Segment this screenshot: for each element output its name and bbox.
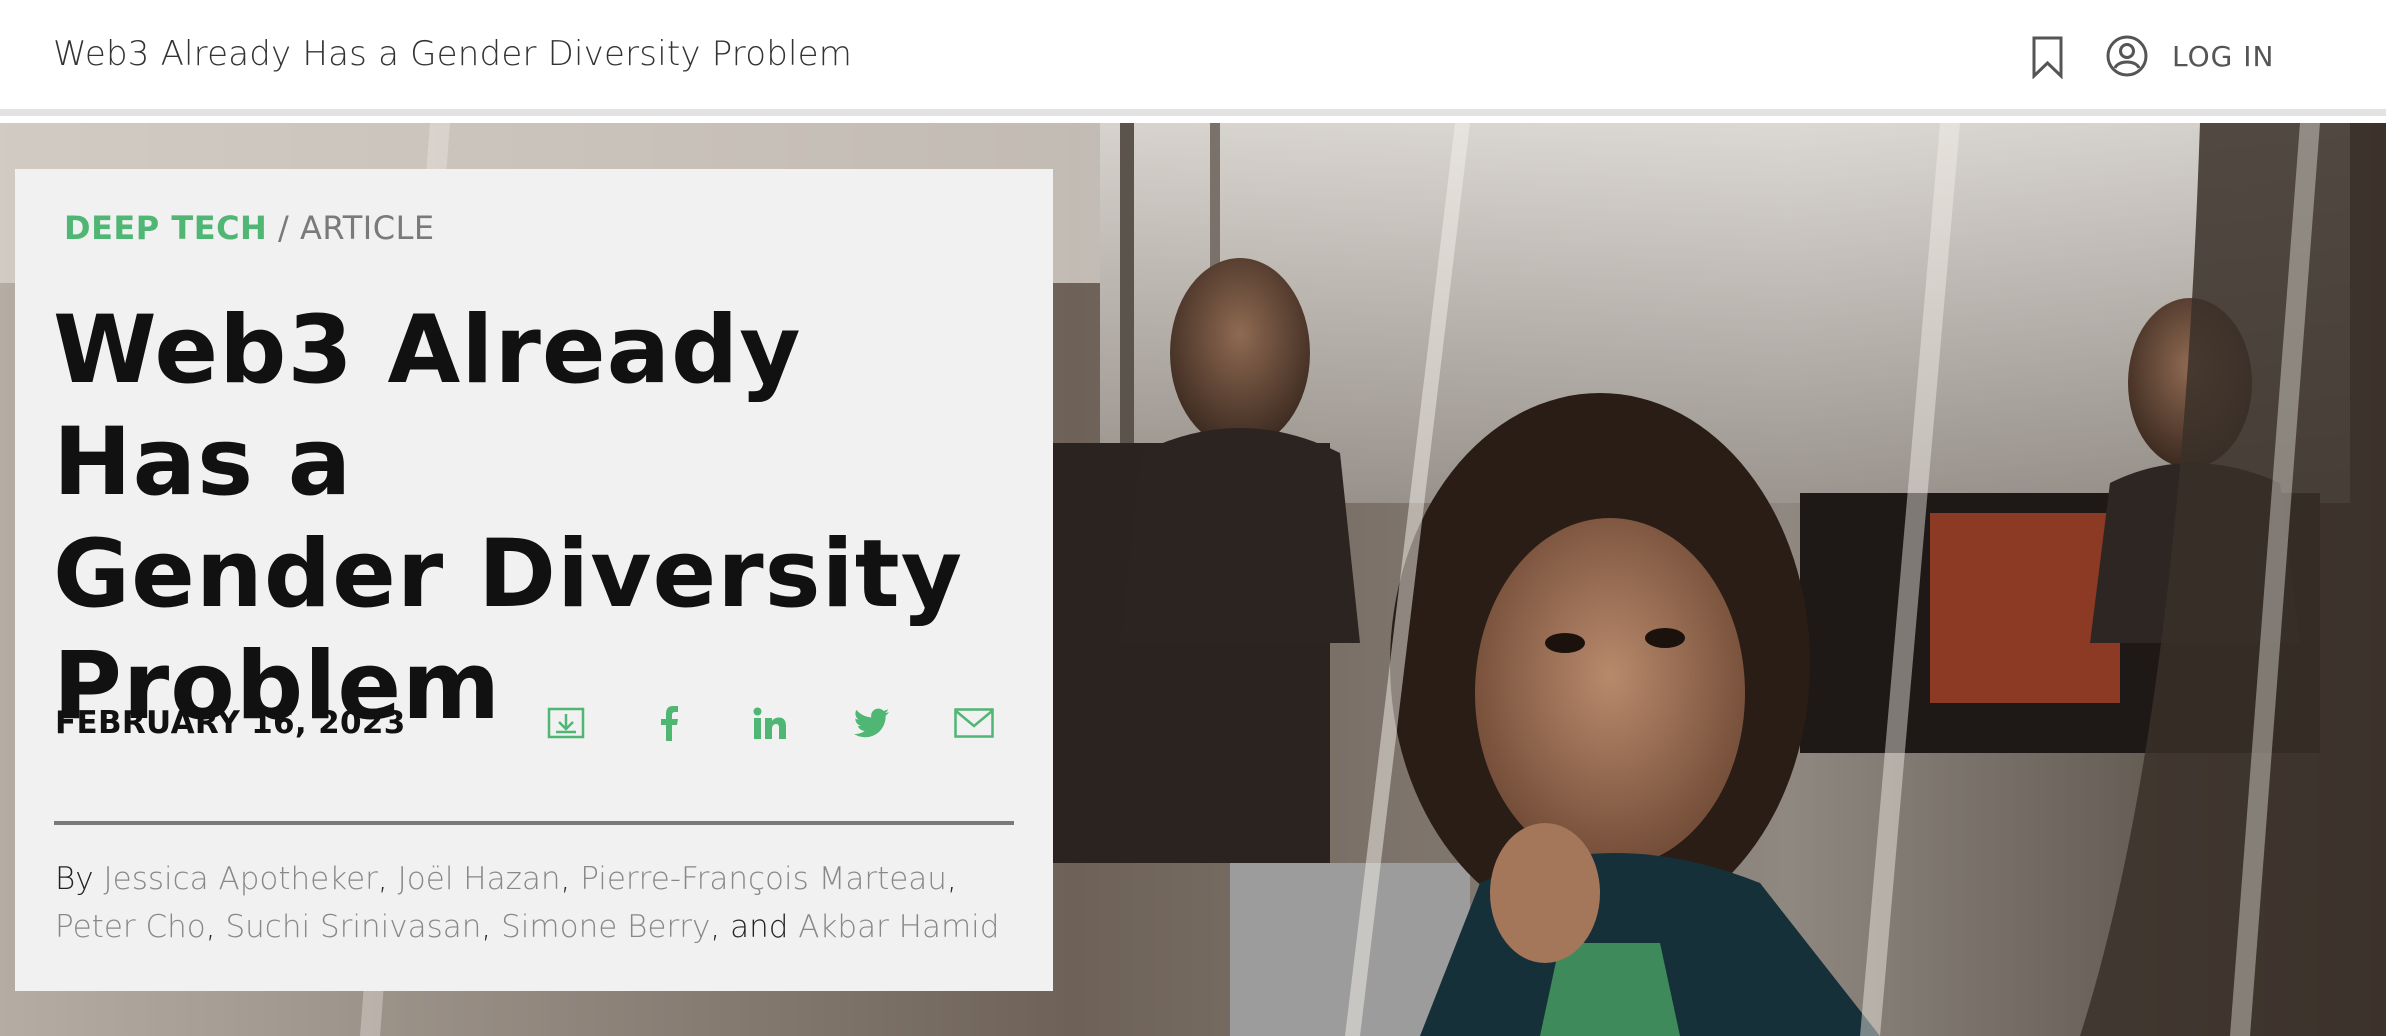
author-link[interactable]: Joël Hazan xyxy=(398,861,561,897)
article-header-card: DEEP TECH / ARTICLE Web3 Already Has a G… xyxy=(15,169,1053,991)
byline-separator: , xyxy=(946,861,957,897)
email-icon[interactable] xyxy=(952,701,996,745)
byline-separator: , xyxy=(377,861,398,897)
author-link[interactable]: Suchi Srinivasan xyxy=(225,909,481,945)
divider xyxy=(54,821,1014,825)
headline-line: Web3 Already Has a xyxy=(53,296,802,517)
content-type-label: ARTICLE xyxy=(299,209,435,247)
author-byline: By Jessica Apotheker, Joël Hazan, Pierre… xyxy=(55,855,1015,951)
eyebrow-separator: / xyxy=(267,209,300,247)
byline-prefix: By xyxy=(55,861,104,897)
login-link[interactable]: LOG IN xyxy=(2172,40,2274,73)
linkedin-icon[interactable] xyxy=(748,701,792,745)
twitter-icon[interactable] xyxy=(850,701,894,745)
headline-line: Gender Diversity xyxy=(53,520,963,629)
article-headline: Web3 Already Has a Gender Diversity Prob… xyxy=(53,295,1013,743)
author-link[interactable]: Peter Cho xyxy=(55,909,206,945)
facebook-icon[interactable] xyxy=(647,701,691,745)
download-icon[interactable] xyxy=(544,701,588,745)
bookmark-icon[interactable] xyxy=(2031,36,2064,80)
publish-date: FEBRUARY 16, 2023 xyxy=(55,705,406,741)
author-link[interactable]: Jessica Apotheker xyxy=(104,861,378,897)
byline-separator: , xyxy=(205,909,226,945)
topic-link[interactable]: DEEP TECH xyxy=(64,209,267,247)
byline-separator: , xyxy=(481,909,502,945)
author-link[interactable]: Simone Berry xyxy=(501,909,710,945)
author-link[interactable]: Pierre-François Marteau xyxy=(580,861,947,897)
byline-last-separator: , and xyxy=(710,909,799,945)
header-article-title: Web3 Already Has a Gender Diversity Prob… xyxy=(53,34,853,74)
byline-separator: , xyxy=(560,861,581,897)
top-bar: Web3 Already Has a Gender Diversity Prob… xyxy=(0,0,2386,116)
user-circle-icon[interactable] xyxy=(2106,35,2148,77)
article-eyebrow: DEEP TECH / ARTICLE xyxy=(64,209,435,247)
author-link[interactable]: Akbar Hamid xyxy=(798,909,999,945)
